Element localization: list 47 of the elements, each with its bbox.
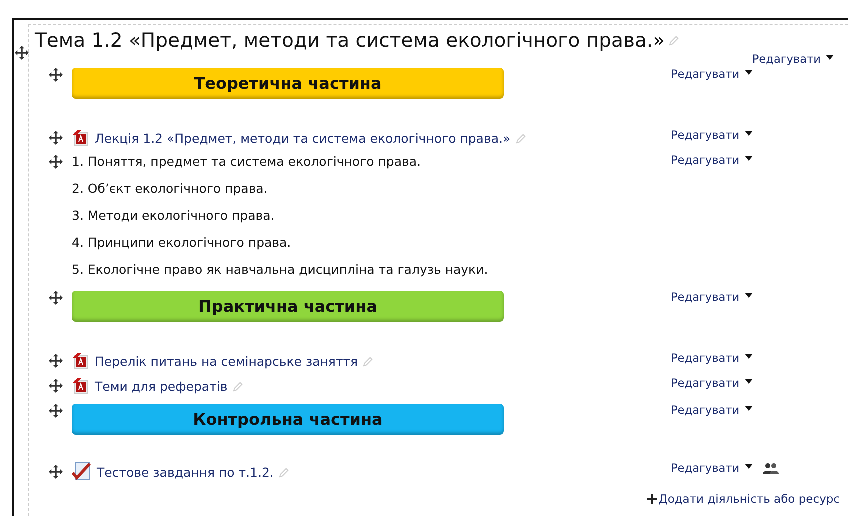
caret-icon xyxy=(744,406,753,411)
edit-menu-link[interactable]: Редагувати xyxy=(671,68,753,81)
move-icon[interactable] xyxy=(49,465,63,479)
move-icon[interactable] xyxy=(49,354,63,368)
add-activity-link[interactable]: Додати діяльність або ресурс xyxy=(646,492,840,506)
edit-menu-link[interactable]: Редагувати xyxy=(671,352,753,365)
move-icon[interactable] xyxy=(49,68,63,82)
file-link[interactable]: Теми для рефератів xyxy=(95,378,228,394)
caret-icon xyxy=(744,70,753,75)
move-icon[interactable] xyxy=(49,131,63,145)
caret-icon xyxy=(744,379,753,384)
caret-icon xyxy=(744,293,753,298)
edit-menu-link[interactable]: Редагувати xyxy=(752,52,834,66)
topic-text: 2. Об’єкт екологічного права. xyxy=(72,181,268,196)
pdf-file-icon xyxy=(72,377,90,395)
plus-icon xyxy=(646,494,657,504)
section-title: Тема 1.2 «Предмет, методи та система екологічного права.» xyxy=(35,29,666,52)
caret-icon xyxy=(826,54,834,60)
pdf-file-icon xyxy=(72,129,90,147)
move-icon[interactable] xyxy=(49,404,63,418)
edit-menu-link[interactable]: Редагувати xyxy=(671,129,753,142)
quiz-checkmark-icon xyxy=(72,462,92,482)
topic-text: 4. Принципи екологічного права. xyxy=(72,235,292,250)
topic-text: 3. Методи екологічного права. xyxy=(72,208,275,223)
edit-menu-link[interactable]: Редагувати xyxy=(671,377,753,390)
quiz-link[interactable]: Тестове завдання по т.1.2. xyxy=(97,464,274,480)
pdf-file-icon xyxy=(72,352,90,370)
topic-text: 5. Екологічне право як навчальна дисципліна та галузь науки. xyxy=(72,262,488,277)
edit-menu-link[interactable]: Редагувати xyxy=(671,462,753,475)
caret-icon xyxy=(744,464,753,469)
section-banner: Практична частина xyxy=(72,291,504,322)
move-icon[interactable] xyxy=(49,379,63,393)
section-banner: Теоретична частина xyxy=(72,68,504,99)
file-link[interactable]: Лекція 1.2 «Предмет, методи та система екологічного права.» xyxy=(95,130,511,146)
caret-icon xyxy=(744,156,753,161)
edit-menu-link[interactable]: Редагувати xyxy=(671,291,753,304)
caret-icon xyxy=(744,354,753,359)
edit-menu-link[interactable]: Редагувати xyxy=(671,154,753,167)
section-banner: Контрольна частина xyxy=(72,404,504,435)
caret-icon xyxy=(744,131,753,136)
move-icon[interactable] xyxy=(49,154,63,168)
edit-menu-link[interactable]: Редагувати xyxy=(671,404,753,417)
file-link[interactable]: Перелік питань на семінарське заняття xyxy=(95,354,358,368)
move-icon[interactable] xyxy=(15,46,29,60)
topic-text: 1. Поняття, предмет та система екологічного права. xyxy=(72,154,422,169)
users-icon[interactable] xyxy=(762,462,779,474)
move-icon[interactable] xyxy=(49,291,63,305)
